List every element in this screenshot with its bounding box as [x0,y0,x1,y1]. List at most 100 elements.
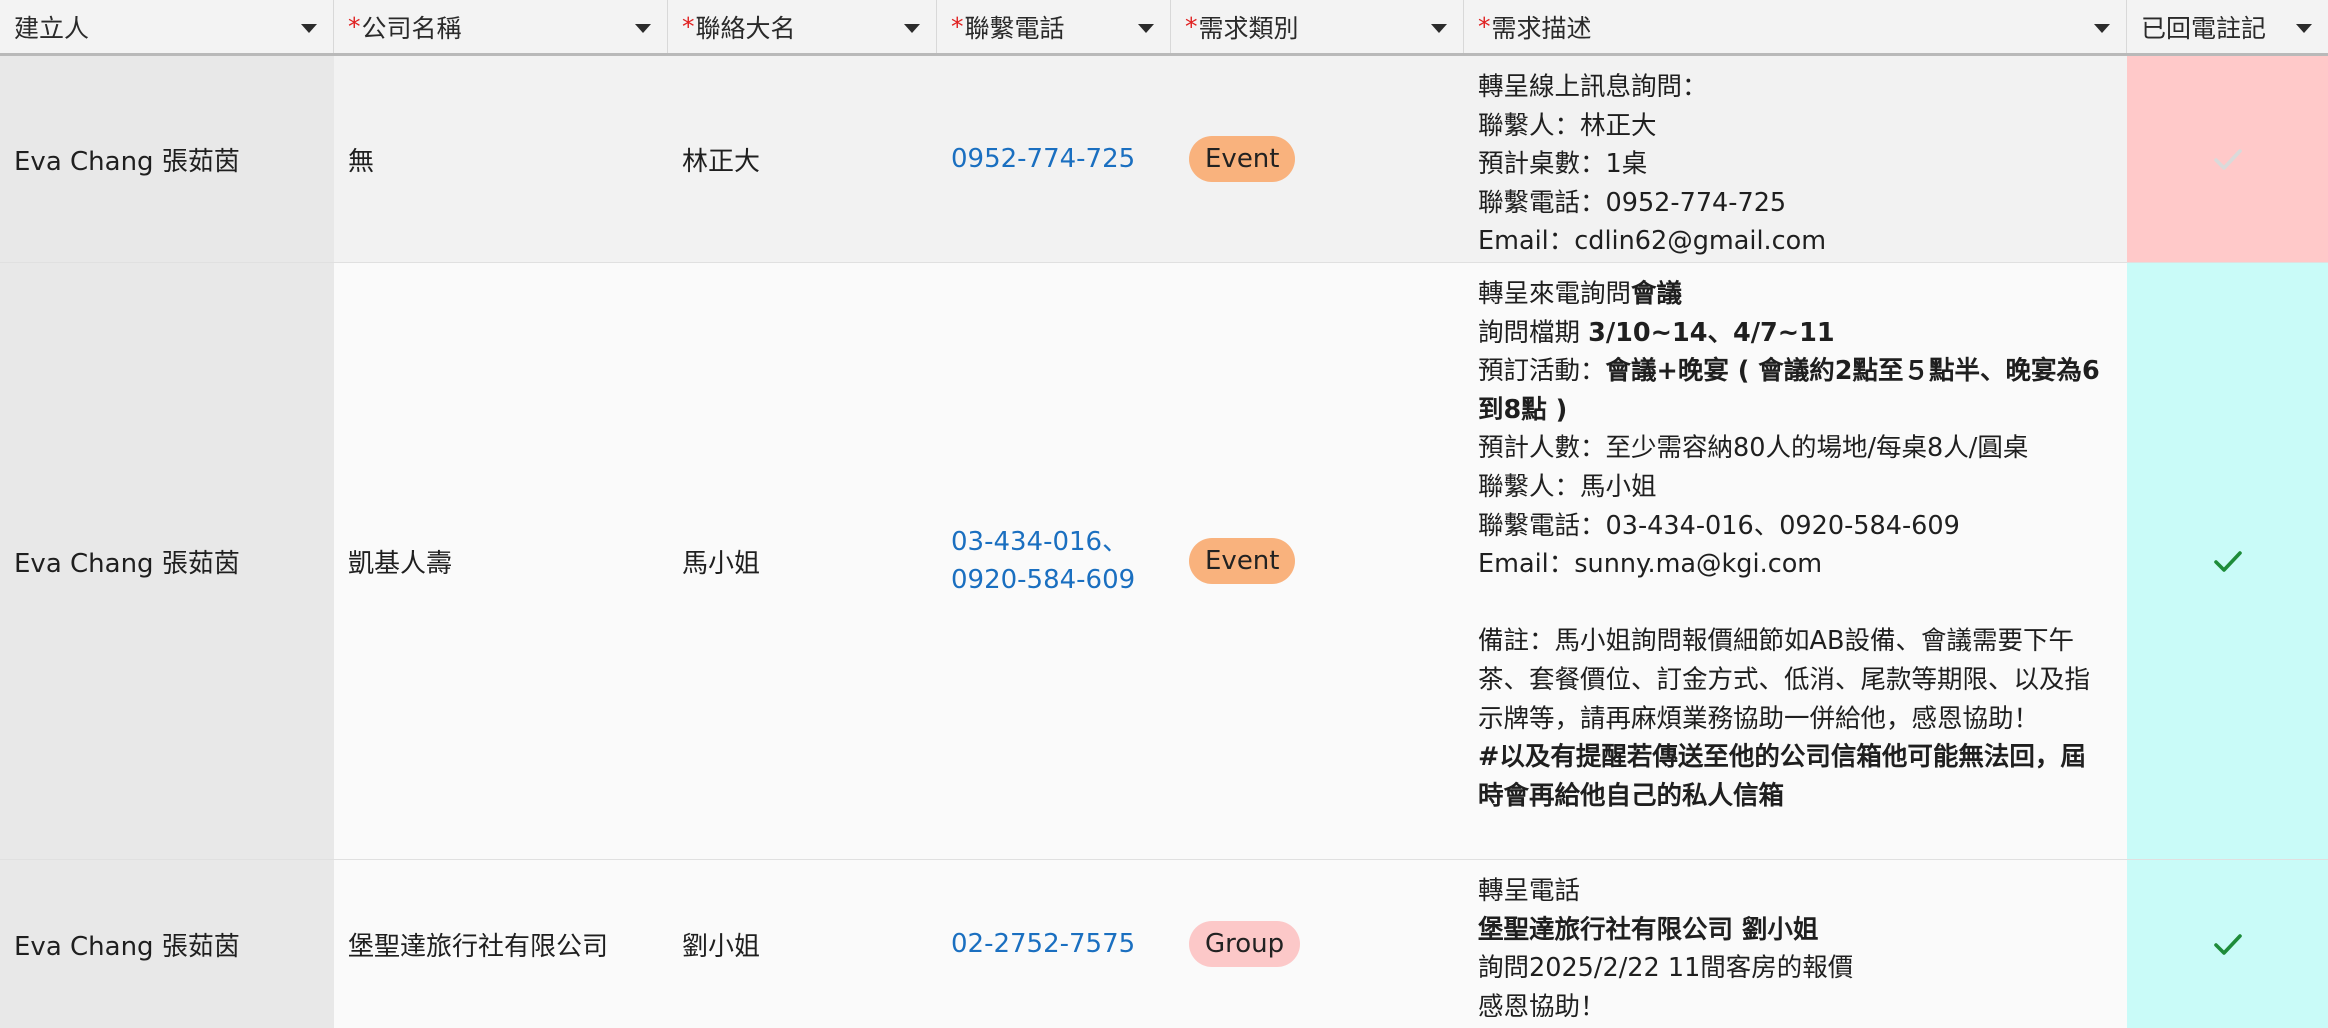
column-header-contact[interactable]: * 聯絡大名 [668,0,937,53]
callback-cell[interactable] [2127,263,2328,859]
callback-cell[interactable] [2127,860,2328,1028]
company-cell[interactable]: 堡聖達旅行社有限公司 [334,860,668,1028]
description-segment: 備註：馬小姐詢問報價細節如AB設備、會議需要下午 [1478,626,2074,657]
phone-number: 03-434-016、 [951,527,1129,557]
description-segment: Email：sunny.ma@kgi.com [1478,549,1823,580]
creator-cell[interactable]: Eva Chang 張茹茵 [0,56,334,262]
description-line: 轉呈來電詢問會議 [1478,275,2100,314]
description-segment: 到8點 ) [1478,394,1568,425]
description-line: 感恩協助！ [1478,988,1853,1027]
description-cell[interactable]: 轉呈電話 堡聖達旅行社有限公司 劉小姐 詢問2025/2/22 11間客房的報價 感恩… [1464,860,2127,1028]
category-cell[interactable]: Event [1171,56,1464,262]
description-segment: 會議+晚宴 ( 會議約2點至５點半、晚宴為6 [1605,356,2100,387]
column-label: 公司名稱 [361,13,462,43]
description-line: Email：cdlin62@gmail.com [1478,222,1826,261]
phone-cell[interactable]: 02-2752-7575 [937,860,1171,1028]
dropdown-arrow-icon[interactable] [2094,24,2110,33]
description-line: 聯繫電話：03-434-016、0920-584-609 [1478,507,2100,546]
table-row[interactable]: Eva Chang 張茹茵 堡聖達旅行社有限公司 劉小姐 02-2752-757… [0,860,2328,1028]
required-mark: * [348,12,361,41]
description-line: 詢問檔期 3/10~14、4/7~11 [1478,314,2100,353]
description-segment: 預訂活動： [1478,356,1606,387]
column-label: 已回電註記 [2141,13,2267,43]
company-cell[interactable]: 凱基人壽 [334,263,668,859]
category-cell[interactable]: Event [1171,263,1464,859]
required-mark: * [682,12,695,41]
description-segment: #以及有提醒若傳送至他的公司信箱他可能無法回，屆 [1478,742,2086,773]
column-label: 建立人 [14,13,90,43]
description-cell[interactable]: 轉呈來電詢問會議 詢問檔期 3/10~14、4/7~11 預訂活動：會議+晚宴 ( … [1464,263,2127,859]
description-text: 轉呈電話 堡聖達旅行社有限公司 劉小姐 詢問2025/2/22 11間客房的報價 感恩… [1478,872,1853,1026]
creator-name: Eva Chang 張茹茵 [14,548,240,579]
description-line [1478,584,2100,623]
column-header-company[interactable]: * 公司名稱 [334,0,668,53]
check-icon[interactable] [2211,927,2245,961]
description-segment: 茶、套餐價位、訂金方式、低消、尾款等期限、以及指 [1478,664,2091,695]
required-mark: * [1478,12,1491,41]
request-grid: 建立人 * 公司名稱 * 聯絡大名 * 聯繫電話 * 需求類別 * 需求描述 已… [0,0,2328,1028]
description-segment: 預計桌數：1桌 [1478,149,1648,180]
column-header-creator[interactable]: 建立人 [0,0,334,53]
phone-link[interactable]: 02-2752-7575 [951,925,1135,963]
contact-name: 劉小姐 [682,931,761,962]
creator-cell[interactable]: Eva Chang 張茹茵 [0,860,334,1028]
description-segment: 聯繫人：馬小姐 [1478,471,1657,502]
description-cell[interactable]: 轉呈線上訊息詢問： 聯繫人：林正大 預計桌數：1桌聯繫電話：0952-774-725… [1464,56,2127,262]
table-row[interactable]: Eva Chang 張茹茵 凱基人壽 馬小姐 03-434-016、 0920-… [0,263,2328,860]
description-line: 詢問2025/2/22 11間客房的報價 [1478,949,1853,988]
dropdown-arrow-icon[interactable] [1138,24,1154,33]
description-text: 轉呈線上訊息詢問： 聯繫人：林正大 預計桌數：1桌聯繫電話：0952-774-725… [1478,68,1826,261]
description-line: 示牌等，請再麻煩業務協助一併給他，感恩協助！ [1478,700,2100,739]
description-line: 預計桌數：1桌 [1478,145,1826,184]
column-label: 聯絡大名 [695,13,796,43]
description-segment: Email：cdlin62@gmail.com [1478,226,1827,257]
column-header-description[interactable]: * 需求描述 [1464,0,2127,53]
description-line: 預計人數：至少需容納80人的場地/每桌8人/圓桌 [1478,429,2100,468]
description-segment: 預計人數：至少需容納80人的場地/每桌8人/圓桌 [1478,433,2029,464]
phone-number: 02-2752-7575 [951,929,1136,959]
description-segment: 感恩協助！ [1478,991,1606,1022]
phone-cell[interactable]: 03-434-016、 0920-584-609 [937,263,1171,859]
description-line: #以及有提醒若傳送至他的公司信箱他可能無法回，屆 [1478,738,2100,777]
creator-name: Eva Chang 張茹茵 [14,146,240,177]
required-mark: * [1185,12,1198,41]
description-line: 轉呈線上訊息詢問： [1478,68,1826,107]
dropdown-arrow-icon[interactable] [301,24,317,33]
column-header-category[interactable]: * 需求類別 [1171,0,1464,53]
phone-link[interactable]: 0952-774-725 [951,140,1135,178]
column-label: 需求描述 [1491,13,1592,43]
contact-cell[interactable]: 劉小姐 [668,860,937,1028]
description-line: 備註：馬小姐詢問報價細節如AB設備、會議需要下午 [1478,622,2100,661]
dropdown-arrow-icon[interactable] [2296,24,2312,33]
table-row[interactable]: Eva Chang 張茹茵 無 林正大 0952-774-725 Event 轉… [0,56,2328,263]
column-header-phone[interactable]: * 聯繫電話 [937,0,1171,53]
phone-link[interactable]: 03-434-016、 0920-584-609 [951,523,1135,599]
category-cell[interactable]: Group [1171,860,1464,1028]
callback-cell[interactable] [2127,56,2328,262]
grid-header: 建立人 * 公司名稱 * 聯絡大名 * 聯繫電話 * 需求類別 * 需求描述 已… [0,0,2328,56]
phone-cell[interactable]: 0952-774-725 [937,56,1171,262]
description-text: 轉呈來電詢問會議 詢問檔期 3/10~14、4/7~11 預訂活動：會議+晚宴 ( … [1478,275,2100,815]
description-segment: 詢問檔期 [1478,317,1589,348]
check-icon[interactable] [2211,142,2245,176]
dropdown-arrow-icon[interactable] [635,24,651,33]
dropdown-arrow-icon[interactable] [1431,24,1447,33]
description-segment: 堡聖達旅行社有限公司 劉小姐 [1478,914,1819,945]
description-segment: 示牌等，請再麻煩業務協助一併給他，感恩協助！ [1478,703,2040,734]
contact-name: 馬小姐 [682,548,761,579]
description-segment: 轉呈線上訊息詢問： [1478,72,1708,102]
phone-number: 0952-774-725 [951,144,1136,174]
description-segment: 時會再給他自己的私人信箱 [1478,780,1785,811]
description-line: 時會再給他自己的私人信箱 [1478,777,2100,816]
company-cell[interactable]: 無 [334,56,668,262]
creator-cell[interactable]: Eva Chang 張茹茵 [0,263,334,859]
category-badge: Group [1189,921,1301,967]
column-header-callback[interactable]: 已回電註記 [2127,0,2328,53]
contact-cell[interactable]: 林正大 [668,56,937,262]
description-segment: 聯繫電話：0952-774-725 [1478,187,1787,218]
contact-name: 林正大 [682,146,761,177]
check-icon[interactable] [2211,544,2245,578]
description-segment: 聯繫人：林正大 [1478,110,1657,141]
contact-cell[interactable]: 馬小姐 [668,263,937,859]
dropdown-arrow-icon[interactable] [904,24,920,33]
